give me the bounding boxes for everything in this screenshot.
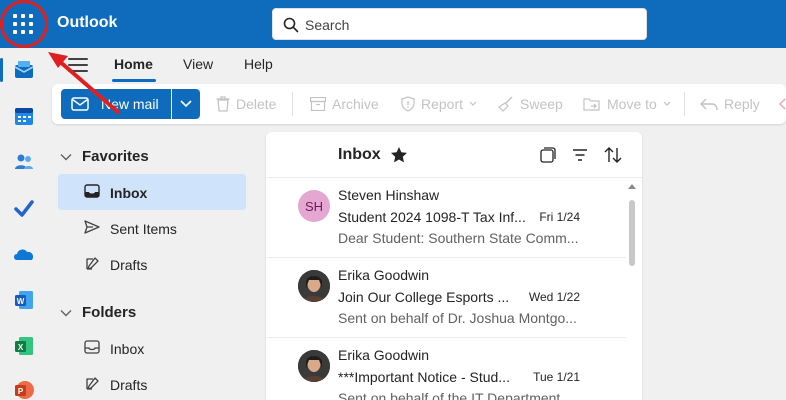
chevron-down-icon xyxy=(469,101,477,106)
folder-pane: Favorites Inbox Sent Items Drafts Folder… xyxy=(48,132,258,400)
inbox-icon xyxy=(84,184,100,198)
favorites-drafts[interactable]: Drafts xyxy=(58,246,246,282)
favorites-label: Favorites xyxy=(82,148,149,165)
avatar xyxy=(298,350,330,382)
excel-app-icon[interactable]: X xyxy=(8,330,40,362)
message-date: Wed 1/22 xyxy=(528,290,580,304)
svg-text:W: W xyxy=(17,297,25,306)
drafts-icon xyxy=(86,257,99,270)
message-sender: Steven Hinshaw xyxy=(338,187,440,203)
folders-label: Folders xyxy=(82,304,137,321)
message-sender: Erika Goodwin xyxy=(338,267,430,283)
chevron-down-icon xyxy=(60,309,72,316)
toolbar-divider xyxy=(684,92,685,116)
avatar: SH xyxy=(298,190,330,222)
message-preview: Sent on behalf of Dr. Joshua Montgo... xyxy=(338,310,577,326)
drafts-icon xyxy=(86,377,99,390)
folders-header[interactable]: Folders xyxy=(60,304,136,321)
message-list-header: Inbox xyxy=(266,132,642,178)
svg-text:P: P xyxy=(18,387,24,396)
todo-app-icon[interactable] xyxy=(8,192,40,224)
message-list-scrollbar[interactable] xyxy=(628,180,636,400)
report-label: Report xyxy=(421,96,464,112)
move-to-button[interactable]: Move to xyxy=(583,94,671,114)
folder-label: Inbox xyxy=(110,341,145,357)
search-box[interactable] xyxy=(272,8,647,40)
inbox-icon xyxy=(84,340,100,354)
message-preview: Dear Student: Southern State Comm... xyxy=(338,230,579,246)
tab-help[interactable]: Help xyxy=(244,56,273,72)
reply-icon xyxy=(700,98,718,111)
filter-icon[interactable] xyxy=(572,148,588,162)
favorites-inbox[interactable]: Inbox xyxy=(58,174,246,210)
move-to-label: Move to xyxy=(607,96,657,112)
search-icon xyxy=(283,17,299,33)
archive-icon xyxy=(310,97,326,111)
people-app-icon[interactable] xyxy=(8,146,40,178)
report-button[interactable]: Report xyxy=(401,94,477,114)
folders-drafts[interactable]: Drafts xyxy=(58,366,246,400)
list-title: Inbox xyxy=(338,146,381,163)
sweep-label: Sweep xyxy=(520,96,563,112)
favorites-sent-items[interactable]: Sent Items xyxy=(58,210,246,246)
message-preview: Sent on behalf of the IT Department... xyxy=(338,390,572,400)
message-subject: Join Our College Esports ... xyxy=(338,289,510,305)
delete-label: Delete xyxy=(236,96,277,112)
shield-icon xyxy=(401,96,415,112)
message-date: Fri 1/24 xyxy=(539,210,580,224)
star-icon[interactable] xyxy=(390,146,408,164)
new-mail-dropdown[interactable] xyxy=(172,89,200,119)
archive-button[interactable]: Archive xyxy=(310,94,379,114)
tab-view[interactable]: View xyxy=(183,56,213,72)
message-sender: Erika Goodwin xyxy=(338,347,430,363)
sweep-button[interactable]: Sweep xyxy=(498,94,563,114)
folder-label: Inbox xyxy=(110,185,148,201)
message-row[interactable]: SH Steven Hinshaw Student 2024 1098-T Ta… xyxy=(266,178,626,258)
reply-all-icon xyxy=(779,98,786,110)
powerpoint-app-icon[interactable]: P xyxy=(8,374,40,400)
word-app-icon[interactable]: W xyxy=(8,284,40,316)
folders-inbox[interactable]: Inbox xyxy=(58,330,246,366)
message-date: Tue 1/21 xyxy=(533,370,580,384)
toolbar-divider xyxy=(292,92,293,116)
delete-button[interactable]: Delete xyxy=(216,94,276,114)
annotation-arrow-icon xyxy=(48,52,120,114)
scroll-thumb[interactable] xyxy=(629,200,635,266)
reply-button[interactable]: Reply xyxy=(700,94,760,114)
ribbon-tabs: Home View Help xyxy=(48,48,786,82)
command-toolbar: New mail Delete Archive Report Sweep Mov… xyxy=(52,84,786,124)
message-subject: Student 2024 1098-T Tax Inf... xyxy=(338,209,526,225)
trash-icon xyxy=(216,96,230,112)
search-input[interactable] xyxy=(305,15,635,35)
reply-all-button[interactable] xyxy=(778,94,786,114)
folder-label: Drafts xyxy=(110,377,148,393)
folder-label: Sent Items xyxy=(110,221,177,237)
send-icon xyxy=(84,220,100,234)
message-subject: ***Important Notice - Stud... xyxy=(338,369,510,385)
favorites-header[interactable]: Favorites xyxy=(60,148,149,165)
onedrive-app-icon[interactable] xyxy=(8,238,40,270)
chevron-down-icon xyxy=(663,101,671,106)
folder-move-icon xyxy=(583,98,600,111)
message-row[interactable]: Erika Goodwin ***Important Notice - Stud… xyxy=(266,338,626,400)
folder-label: Drafts xyxy=(110,257,148,273)
archive-label: Archive xyxy=(332,96,379,112)
chevron-down-icon xyxy=(60,153,72,160)
svg-text:X: X xyxy=(18,343,24,352)
avatar xyxy=(298,270,330,302)
sort-icon[interactable] xyxy=(604,147,622,163)
scroll-up-arrow-icon[interactable] xyxy=(628,184,636,189)
select-icon[interactable] xyxy=(540,147,556,163)
chevron-down-icon xyxy=(180,100,192,108)
message-row[interactable]: Erika Goodwin Join Our College Esports .… xyxy=(266,258,626,338)
broom-icon xyxy=(498,96,513,112)
message-list: Inbox SH Steven Hinshaw Student 2024 109… xyxy=(266,132,642,400)
reply-label: Reply xyxy=(724,96,760,112)
